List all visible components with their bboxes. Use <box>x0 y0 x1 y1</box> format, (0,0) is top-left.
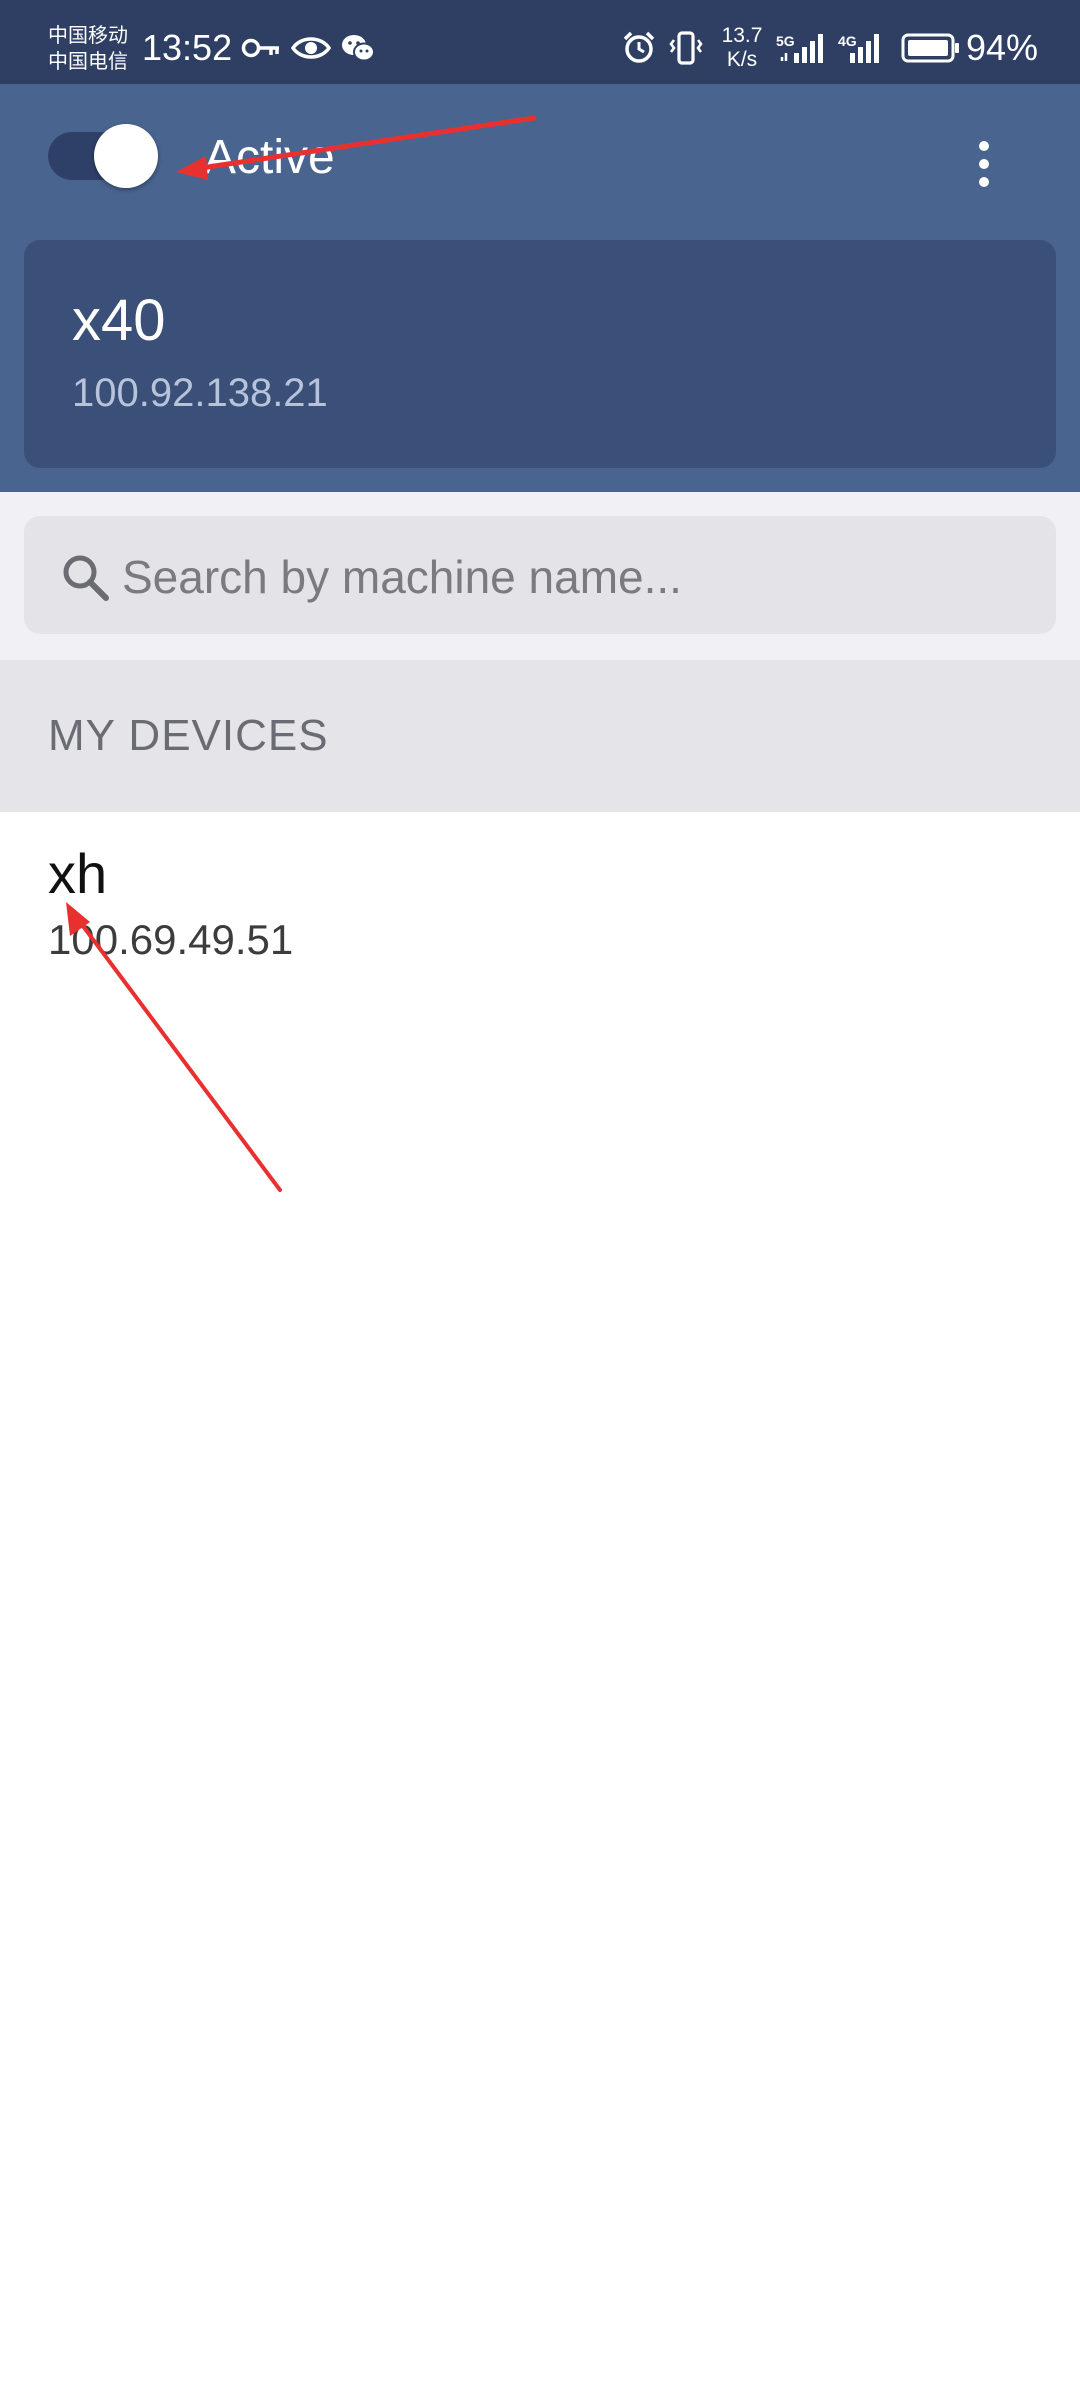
search-icon <box>63 555 109 601</box>
vpn-toggle[interactable] <box>48 124 158 188</box>
status-bar: 中国移动 中国电信 13:52 13.7 K/s 5G 4G 94% <box>0 0 1080 84</box>
menu-dot <box>979 177 989 187</box>
network-speed: 13.7 K/s <box>712 24 772 72</box>
key-icon <box>240 32 282 64</box>
menu-dot <box>979 159 989 169</box>
carrier-1: 中国移动 <box>48 23 128 47</box>
signal-icon <box>778 32 830 64</box>
list-item[interactable]: xh 100.69.49.51 <box>0 812 1080 982</box>
battery-icon <box>900 32 962 64</box>
vibrate-icon <box>666 31 706 65</box>
current-device-name: x40 <box>72 288 166 353</box>
device-name: xh <box>48 842 108 905</box>
carrier-2: 中国电信 <box>48 49 128 73</box>
toggle-knob <box>94 124 158 188</box>
alarm-icon <box>620 31 658 64</box>
more-vertical-icon[interactable] <box>964 128 1004 200</box>
connection-status-label: Active <box>204 131 335 184</box>
signal-icon <box>846 32 886 64</box>
device-ip: 100.69.49.51 <box>48 916 294 963</box>
network-speed-unit: K/s <box>726 48 758 71</box>
search-area <box>0 492 1080 660</box>
carrier-names: 中国移动 中国电信 <box>48 22 128 74</box>
battery-percent: 94% <box>966 27 1039 68</box>
search-input[interactable] <box>120 546 1024 608</box>
section-header: MY DEVICES <box>0 660 1080 812</box>
clock: 13:52 <box>142 27 233 68</box>
current-device-card[interactable]: x40 100.92.138.21 <box>24 240 1056 468</box>
wechat-icon <box>338 32 378 64</box>
section-title: MY DEVICES <box>48 711 329 760</box>
network-speed-value: 13.7 <box>721 24 763 47</box>
app-header: Active x40 100.92.138.21 <box>0 84 1080 492</box>
menu-dot <box>979 141 989 151</box>
eye-icon <box>290 32 332 64</box>
current-device-ip: 100.92.138.21 <box>72 371 328 415</box>
search-box[interactable] <box>24 516 1056 634</box>
